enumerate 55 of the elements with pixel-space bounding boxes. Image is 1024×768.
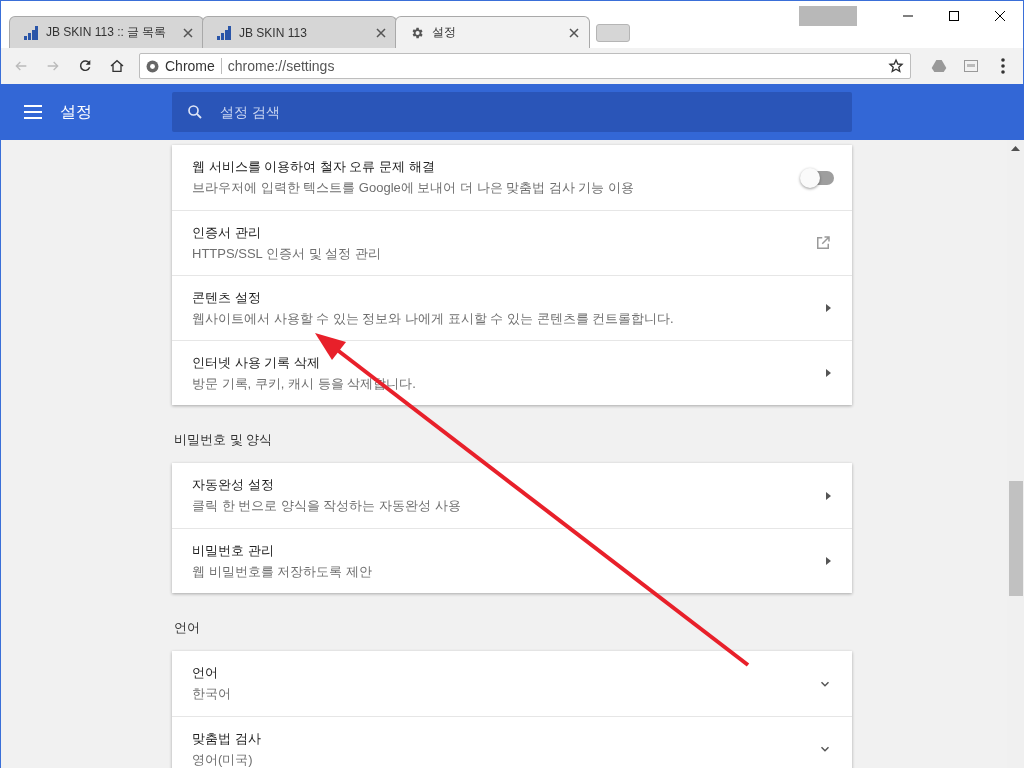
triangle-icon — [931, 58, 947, 74]
close-icon — [183, 27, 193, 38]
tab-title: JB SKIN 113 — [239, 25, 308, 40]
url-text: chrome://settings — [227, 58, 336, 74]
browser-tab[interactable]: 설정 — [395, 16, 590, 48]
close-icon — [376, 27, 386, 38]
reload-icon — [77, 58, 93, 74]
caret-right-icon — [824, 303, 832, 313]
close-icon — [995, 11, 1005, 21]
caret-right-icon — [824, 490, 832, 501]
setting-description: 한국어 — [192, 685, 232, 703]
chrome-logo-icon — [146, 59, 159, 73]
search-icon — [186, 103, 204, 121]
setting-title[interactable]: 웹 서비스를 이용하여 철자 오류 문제 해결 — [192, 158, 802, 176]
browser-tab[interactable]: JB SKIN 113 :: 글 목록 — [9, 16, 204, 48]
address-bar[interactable]: Chrome chrome://settings — [139, 53, 911, 79]
setting-title[interactable]: 콘텐츠 설정 — [192, 288, 824, 307]
setting-title[interactable]: 자동완성 설정 — [192, 476, 824, 494]
scrollbar-thumb[interactable] — [1008, 481, 1023, 596]
bar-chart-icon — [24, 25, 38, 40]
toggle-switch[interactable] — [802, 170, 834, 185]
tab-title: 설정 — [432, 24, 457, 41]
setting-description: 웹 비밀번호를 저장하도록 제안 — [192, 562, 373, 581]
external-link-icon — [814, 234, 832, 252]
setting-title[interactable]: 언어 — [192, 664, 818, 682]
caret-right-icon — [824, 556, 832, 566]
section-title: 비밀번호 및 양식 — [173, 431, 274, 449]
new-tab-button[interactable] — [596, 24, 630, 42]
screen-icon — [964, 60, 978, 72]
setting-description: 웹사이트에서 사용할 수 있는 정보와 나에게 표시할 수 있는 콘텐츠를 컨트롤합니다. — [192, 309, 675, 328]
setting-description: HTTPS/SSL 인증서 및 설정 관리 — [192, 244, 382, 263]
site-label: Chrome — [165, 58, 215, 74]
setting-title[interactable]: 인터넷 사용 기록 삭제 — [192, 353, 824, 372]
settings-icon — [410, 25, 424, 40]
setting-description: 브라우저에 입력한 텍스트를 Google에 보내어 더 나은 맞춤법 검사 기능 이용 — [192, 179, 636, 197]
caret-right-icon — [824, 368, 832, 378]
setting-title[interactable]: 비밀번호 관리 — [192, 541, 824, 560]
setting-title[interactable]: 맞춤법 검사 — [192, 729, 818, 748]
page-title: 설정 — [60, 101, 93, 122]
setting-description: 영어(미국) — [192, 750, 254, 768]
browser-tab[interactable]: JB SKIN 113 — [202, 16, 397, 48]
close-icon — [569, 27, 579, 38]
section-title: 언어 — [173, 619, 201, 637]
tab-title: JB SKIN 113 :: 글 목록 — [46, 24, 168, 41]
home-icon — [109, 58, 125, 74]
search-field[interactable]: 설정 검색 — [172, 92, 852, 132]
menu-icon — [24, 105, 42, 119]
setting-description: 클릭 한 번으로 양식을 작성하는 자동완성 사용 — [192, 497, 462, 515]
maximize-icon — [949, 11, 959, 21]
scroll-up-icon — [1011, 146, 1020, 151]
star-icon — [888, 58, 904, 74]
setting-title[interactable]: 인증서 관리 — [192, 223, 814, 242]
profile-placeholder — [799, 6, 857, 26]
more-icon — [1001, 58, 1005, 74]
bar-chart-icon — [217, 25, 231, 40]
